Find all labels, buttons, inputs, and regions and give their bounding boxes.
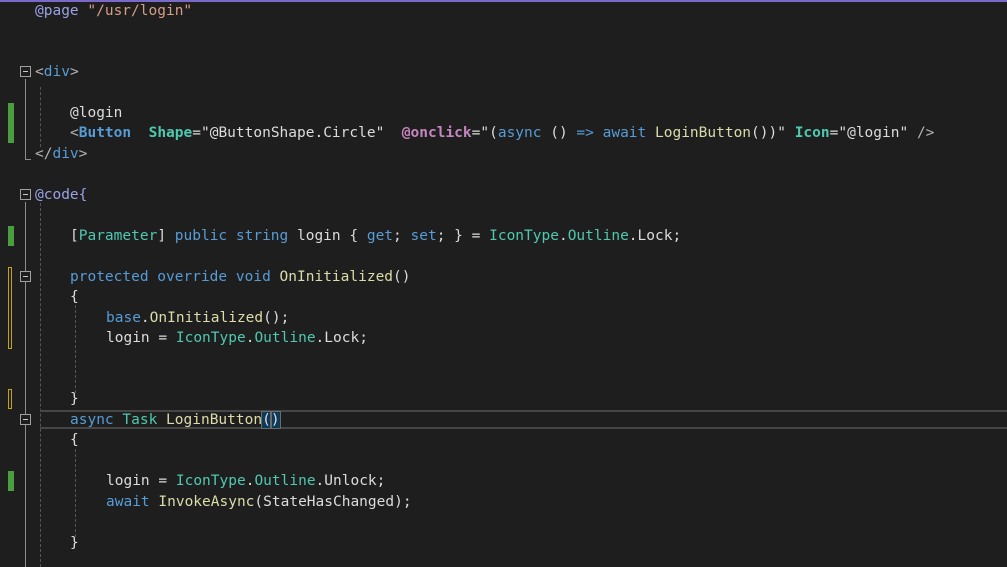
open-brace: { [70,432,79,448]
code-line[interactable]: <div> [0,62,1007,82]
code-line[interactable]: { [0,287,1007,307]
code-line[interactable]: } [0,389,1007,409]
login-lock-assignment: login = IconType.Outline.Lock; [106,330,368,346]
div-open-tag: <div> [35,64,79,80]
login-parameter-declaration: [Parameter] public string login { get; s… [70,228,682,244]
collapse-toggle-icon[interactable] [20,271,31,282]
code-line[interactable]: } [0,533,1007,553]
change-marker-saved [8,103,14,123]
collapse-toggle-icon[interactable] [20,414,31,425]
div-close-tag: </div> [35,146,88,162]
code-line[interactable]: @login [0,103,1007,123]
code-block-start: @code{ [35,187,88,203]
code-line[interactable]: @page "/usr/login" [0,1,1007,21]
change-marker-unsaved [8,389,12,409]
login-button-method-signature: async Task LoginButton() [70,411,281,429]
open-brace: { [70,289,79,305]
collapse-toggle-icon[interactable] [20,189,31,200]
code-line[interactable]: [Parameter] public string login { get; s… [0,226,1007,246]
on-initialized-signature: protected override void OnInitialized() [70,269,411,285]
invoke-async-call: await InvokeAsync(StateHasChanged); [106,494,412,510]
indent-guide [40,203,41,567]
code-line[interactable]: base.OnInitialized(); [0,308,1007,328]
code-line[interactable]: async Task LoginButton() [0,410,1007,430]
change-marker-saved [8,471,14,491]
code-line[interactable]: { [0,430,1007,450]
code-line[interactable]: @code{ [0,185,1007,205]
matched-paren: ( [261,411,272,429]
code-line[interactable]: login = IconType.Outline.Unlock; [0,471,1007,491]
button-component-tag: <Button Shape="@ButtonShape.Circle" @onc… [70,125,935,141]
matched-paren: ) [269,411,281,429]
code-line[interactable]: <Button Shape="@ButtonShape.Circle" @onc… [0,123,1007,143]
login-unlock-assignment: login = IconType.Outline.Unlock; [106,473,386,489]
code-line[interactable]: login = IconType.Outline.Lock; [0,328,1007,348]
collapse-toggle-icon[interactable] [20,66,31,77]
login-expression: @login [70,105,123,121]
change-marker-saved [8,226,14,246]
code-line[interactable]: protected override void OnInitialized() [0,267,1007,349]
page-directive: @page "/usr/login" [35,3,193,19]
close-brace: } [70,535,79,551]
code-line[interactable]: await InvokeAsync(StateHasChanged); [0,492,1007,512]
code-line[interactable]: </div> [0,144,1007,164]
change-marker-saved [8,123,14,143]
code-editor[interactable]: @page "/usr/login" <div> @login <Button … [0,0,1007,567]
outline-code-line [25,202,26,567]
base-on-initialized-call: base.OnInitialized(); [106,310,290,326]
close-brace: } [70,391,79,407]
